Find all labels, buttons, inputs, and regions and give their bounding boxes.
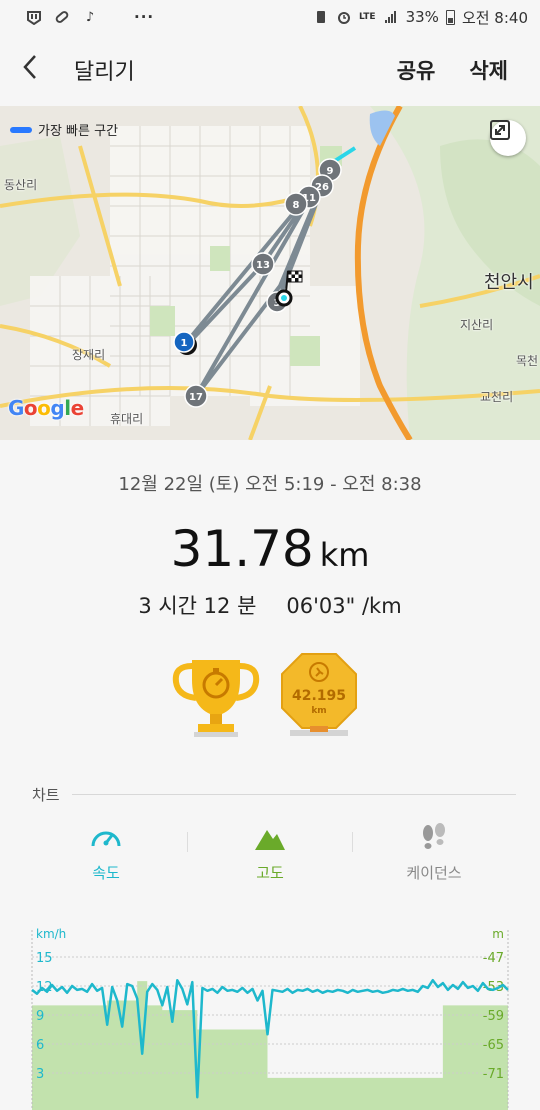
google-logo: Google	[8, 396, 84, 420]
map-place-label: 장재리	[72, 348, 106, 362]
alarm-icon	[336, 9, 352, 25]
tab-speed[interactable]: 속도	[46, 822, 166, 883]
status-bar: ♪ ··· LTE 33% 오전 8:40	[0, 0, 540, 34]
tab-cadence-label: 케이던스	[406, 864, 462, 882]
map-place-label: 동산리	[4, 178, 38, 192]
achievements: 42.195 km	[0, 650, 540, 740]
tab-divider	[352, 832, 353, 852]
marker-8[interactable]: 8	[284, 192, 308, 216]
left-tick-label: 6	[36, 1038, 44, 1053]
chart-section-header: 차트	[32, 784, 516, 805]
mountain-icon	[255, 830, 285, 850]
right-tick-label: -71	[483, 1067, 504, 1082]
tab-divider	[187, 832, 188, 852]
svg-text:1: 1	[181, 338, 188, 349]
share-button[interactable]: 공유	[397, 55, 436, 85]
footsteps-icon	[423, 823, 445, 849]
distance-value: 31.78	[170, 520, 314, 578]
map-canvas: 9 26 11 8 13 3 17 1	[0, 106, 540, 440]
marker-17[interactable]: 17	[184, 384, 208, 408]
run-stats: 3 시간 12 분 06'03" /km	[0, 590, 540, 620]
map-place-label: 목천	[516, 354, 539, 368]
duration: 3 시간 12 분	[138, 594, 257, 618]
map-legend: 가장 빠른 구간	[10, 120, 118, 139]
divider	[71, 794, 516, 795]
network-type-label: LTE	[359, 11, 376, 22]
marker-13[interactable]: 13	[251, 252, 275, 276]
right-tick-label: -59	[483, 1009, 504, 1024]
badge-unit: km	[311, 706, 326, 716]
svg-text:17: 17	[189, 392, 203, 403]
tab-altitude[interactable]: 고도	[210, 822, 330, 883]
app-notification-icon	[26, 9, 42, 25]
left-axis-unit: km/h	[36, 927, 66, 941]
speed-altitude-chart[interactable]: 15 -47 12 -53 9 -59 6 -65 3 -71 km/h m	[0, 920, 540, 1110]
map-place-label: 천안시	[484, 272, 534, 293]
chart-tabs: 속도 고도 케이던스	[0, 822, 540, 902]
chart-canvas: 15 -4712 -539 -596 -653 -71km/h m	[31, 927, 509, 1110]
signal-icon	[383, 9, 399, 25]
trophy-stopwatch-icon[interactable]	[170, 650, 262, 740]
tab-altitude-label: 고도	[256, 864, 284, 882]
chevron-left-icon	[23, 54, 36, 79]
tab-speed-label: 속도	[92, 864, 120, 882]
pace: 06'03" /km	[286, 594, 402, 618]
page-title: 달리기	[74, 60, 135, 85]
app-bar: 달리기 공유 삭제	[0, 34, 540, 106]
music-note-icon: ♪	[85, 9, 95, 25]
distance-display: 31.78 km	[0, 520, 540, 578]
left-tick-label: 15	[36, 951, 53, 966]
left-tick-label: 3	[36, 1067, 44, 1082]
battery-icon	[445, 9, 455, 25]
fastest-segment-swatch	[10, 126, 32, 133]
right-axis-unit: m	[492, 927, 504, 941]
marathon-badge-icon[interactable]: 42.195 km	[280, 650, 358, 740]
distance-unit: km	[319, 536, 370, 574]
delete-button[interactable]: 삭제	[469, 55, 508, 85]
left-tick-label: 9	[36, 1009, 44, 1024]
expand-icon	[490, 120, 510, 140]
badge-value: 42.195	[292, 688, 346, 704]
chart-section-title: 차트	[32, 786, 60, 804]
clock: 오전 8:40	[461, 8, 528, 27]
pill-icon	[54, 9, 70, 25]
speedometer-icon	[91, 831, 121, 847]
map-place-label: 지산리	[460, 318, 494, 332]
map-place-label: 휴대리	[110, 412, 144, 426]
svg-text:9: 9	[327, 166, 334, 177]
tab-cadence[interactable]: 케이던스	[374, 822, 494, 883]
legend-label: 가장 빠른 구간	[38, 124, 119, 139]
route-map[interactable]: 9 26 11 8 13 3 17 1 가장 빠른 구간 동산리 장재리 휴대리…	[0, 106, 540, 440]
vibrate-icon	[313, 9, 329, 25]
map-place-label: 교천리	[480, 390, 514, 404]
svg-text:8: 8	[293, 200, 300, 211]
right-tick-label: -65	[483, 1038, 504, 1053]
date-range: 12월 22일 (토) 오전 5:19 - 오전 8:38	[118, 474, 422, 495]
back-button[interactable]	[22, 54, 62, 87]
battery-percent: 33%	[405, 8, 439, 26]
more-notifications-icon: ···	[134, 8, 155, 26]
svg-text:13: 13	[256, 260, 270, 271]
right-tick-label: -47	[483, 951, 504, 966]
expand-map-button[interactable]	[490, 120, 526, 156]
